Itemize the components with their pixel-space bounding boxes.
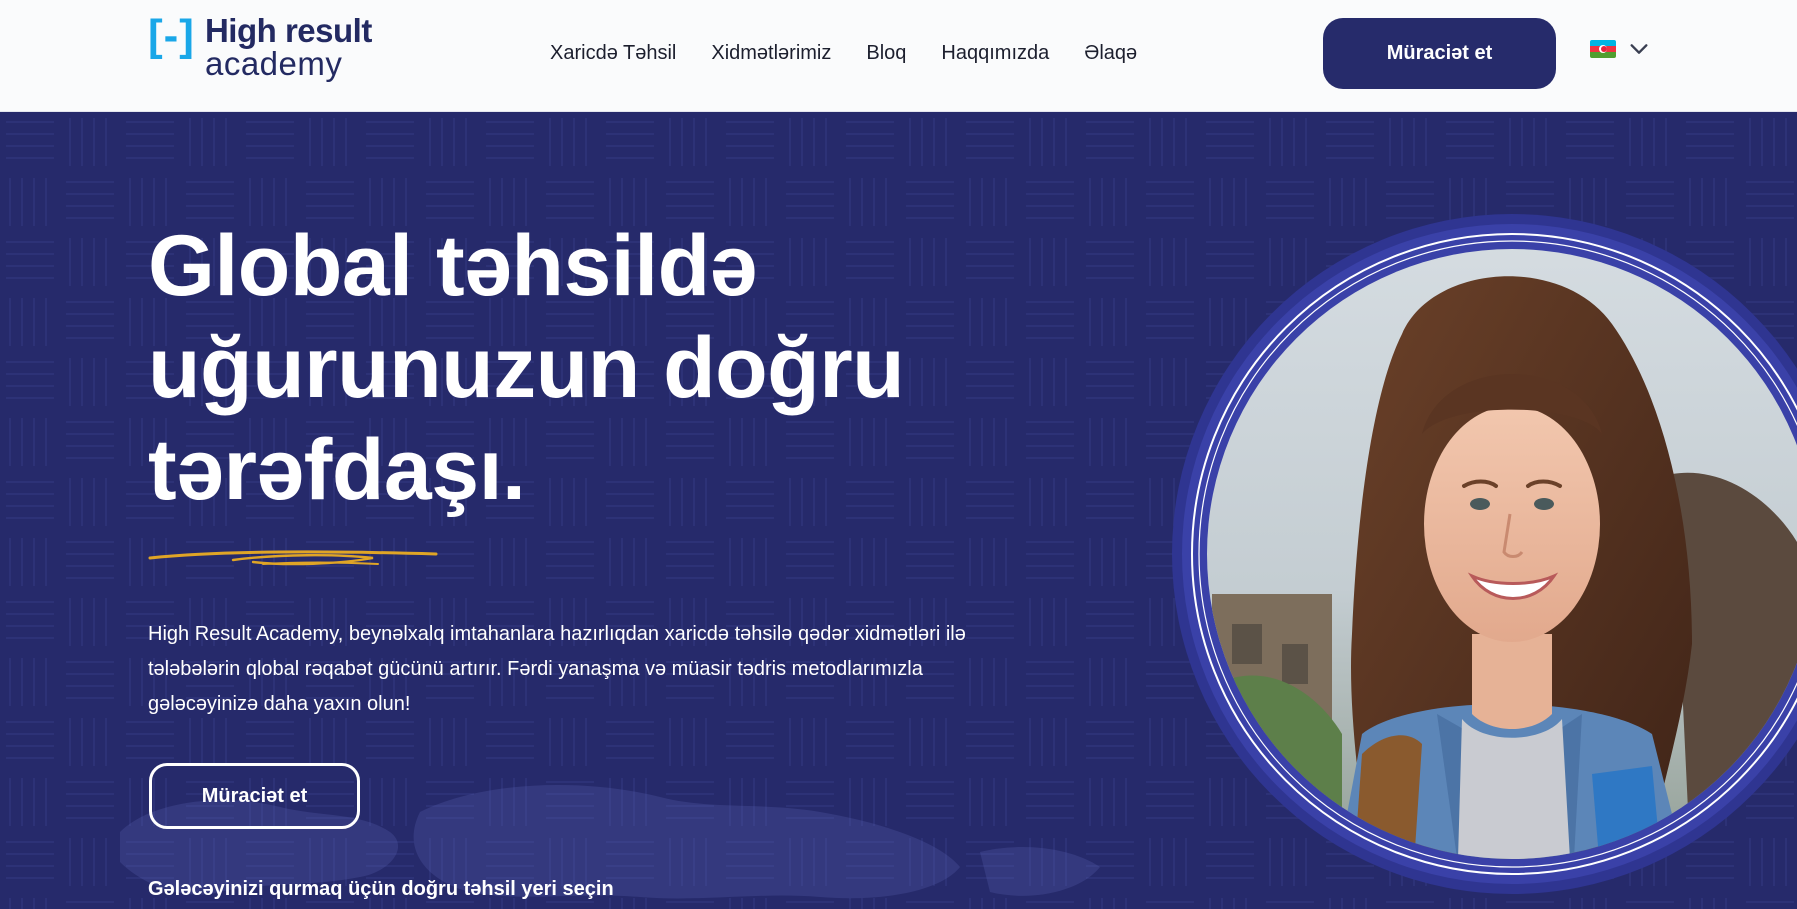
hero-title-line-2: uğurunuzun doğru xyxy=(148,320,905,416)
portrait-circle xyxy=(1172,214,1797,894)
nav-item-about[interactable]: Haqqımızda xyxy=(941,42,1049,65)
nav-item-blog[interactable]: Bloq xyxy=(866,42,906,65)
hero-title-line-3: tərəfdaşı. xyxy=(148,422,526,518)
nav-item-services[interactable]: Xidmətlərimiz xyxy=(711,42,831,65)
hero-title-line-1: Global təhsildə xyxy=(148,218,757,314)
logo-line-2: academy xyxy=(204,45,343,82)
azerbaijan-flag-icon xyxy=(1590,40,1616,58)
chevron-down-icon xyxy=(1630,44,1648,54)
header-apply-button[interactable]: Müraciət et xyxy=(1323,18,1556,89)
logo-line-1: High result xyxy=(204,12,372,49)
site-header: [-] High result academy Xaricdə Təhsil X… xyxy=(0,0,1797,112)
hero-title: Global təhsildə uğurunuzun doğru tərəfda… xyxy=(148,215,1048,521)
language-selector[interactable] xyxy=(1590,38,1650,60)
nav-item-contact[interactable]: Əlaqə xyxy=(1084,42,1137,65)
logo[interactable]: [-] High result academy xyxy=(148,11,372,82)
logo-wordmark: High result academy xyxy=(204,12,372,82)
main-nav: Xaricdə Təhsil Xidmətlərimiz Bloq Haqqım… xyxy=(550,42,1137,65)
gold-scribble-underline xyxy=(148,550,438,566)
logo-bracket-icon: [-] xyxy=(148,11,195,60)
hero-section: Global təhsildə uğurunuzun doğru tərəfda… xyxy=(0,112,1797,909)
hero-apply-button[interactable]: Müraciət et xyxy=(149,763,360,829)
hero-description: High Result Academy, beynəlxalq imtahanl… xyxy=(148,623,966,715)
nav-item-study-abroad[interactable]: Xaricdə Təhsil xyxy=(550,42,676,65)
hero-subheading: Gələcəyinizi qurmaq üçün doğru təhsil ye… xyxy=(148,878,614,900)
